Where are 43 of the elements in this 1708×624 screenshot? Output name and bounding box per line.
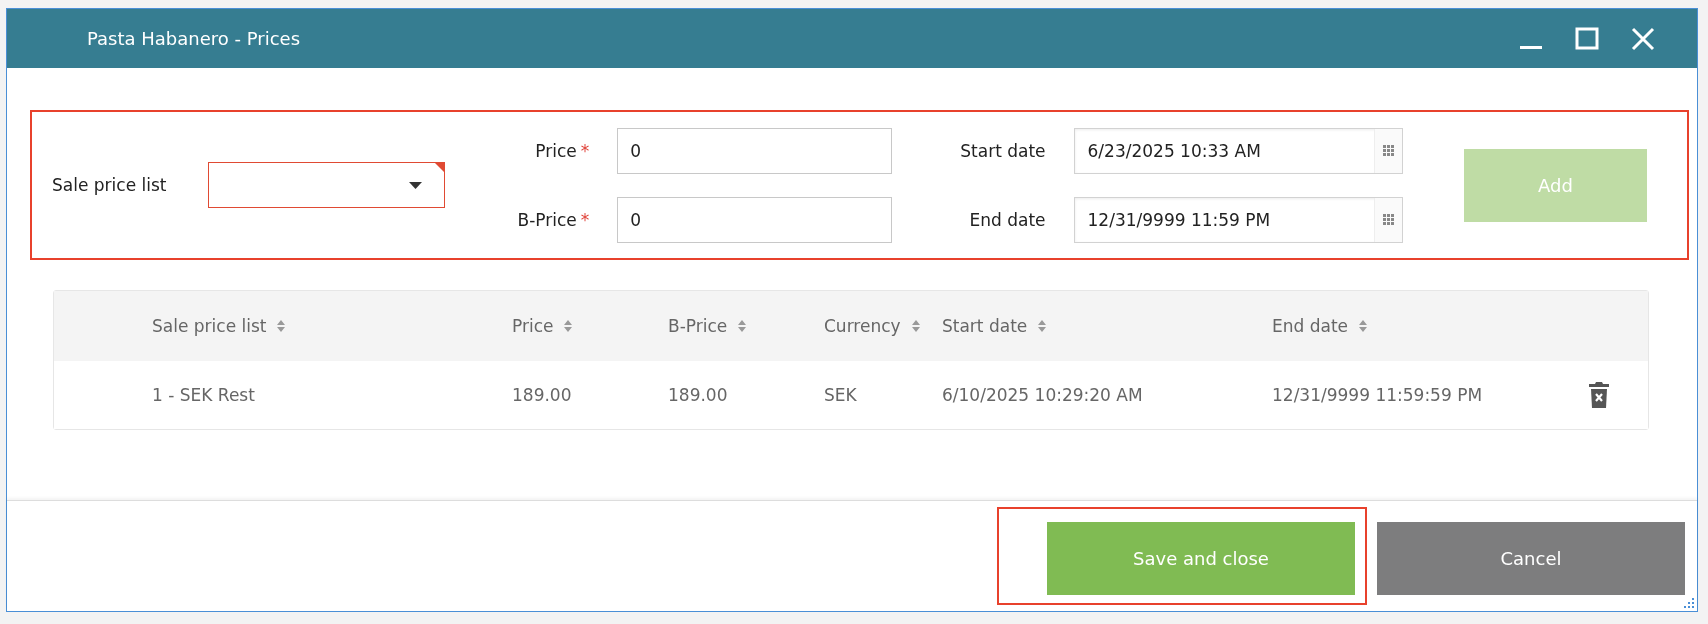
field-label: Sale price list [52, 175, 167, 195]
table-cell-text: 6/10/2025 10:29:20 AM [942, 385, 1144, 405]
field-label: End date [969, 209, 1046, 230]
field-value: 6/23/2025 10:33 AM [1086, 140, 1262, 161]
sort-icon [910, 319, 921, 333]
table-cell-text: 1 - SEK Rest [152, 385, 256, 405]
sort-icon [1037, 319, 1048, 333]
column-header[interactable]: Price [512, 316, 668, 336]
sort-icon [276, 319, 287, 333]
sort-icon [563, 319, 574, 333]
minimize-icon [1519, 46, 1543, 49]
table-cell-text: SEK [824, 385, 858, 405]
table-cell-text: 12/31/9999 11:59:59 PM [1272, 385, 1484, 405]
column-header[interactable]: End date [1272, 316, 1588, 336]
calendar-grid-icon [1382, 214, 1394, 225]
close-icon [1631, 26, 1655, 51]
calendar-button[interactable] [1373, 128, 1402, 173]
table-cell-text: 189.00 [512, 385, 573, 405]
dropdown-field[interactable] [208, 162, 446, 208]
field-label: Price * [535, 140, 590, 161]
sort-icon [1358, 319, 1369, 333]
trash-icon [1588, 381, 1610, 409]
field-label: B-Price * [517, 209, 590, 230]
input-field[interactable]: 0 [617, 127, 893, 174]
datetime-field[interactable]: 6/23/2025 10:33 AM [1073, 127, 1403, 174]
calendar-button[interactable] [1373, 197, 1402, 242]
field-label: Start date [960, 140, 1046, 161]
resize-grip-icon [1683, 597, 1695, 609]
column-header[interactable]: Currency [824, 316, 942, 336]
sort-icon [737, 319, 748, 333]
column-header[interactable]: Sale price list [152, 316, 512, 336]
field-value: 12/31/9999 11:59 PM [1086, 209, 1272, 230]
caret-icon [409, 181, 423, 189]
maximize-icon [1575, 26, 1599, 51]
column-header[interactable]: Start date [942, 316, 1272, 336]
input-field[interactable]: 0 [617, 196, 893, 243]
datetime-field[interactable]: 12/31/9999 11:59 PM [1073, 196, 1403, 243]
error-flag-icon [435, 163, 445, 172]
table-cell-text: 189.00 [668, 385, 729, 405]
calendar-grid-icon [1382, 145, 1394, 156]
cancel-button[interactable]: Cancel [1377, 522, 1685, 595]
window-title: Pasta Habanero - Prices [87, 28, 301, 49]
column-header[interactable]: B-Price [668, 316, 824, 336]
